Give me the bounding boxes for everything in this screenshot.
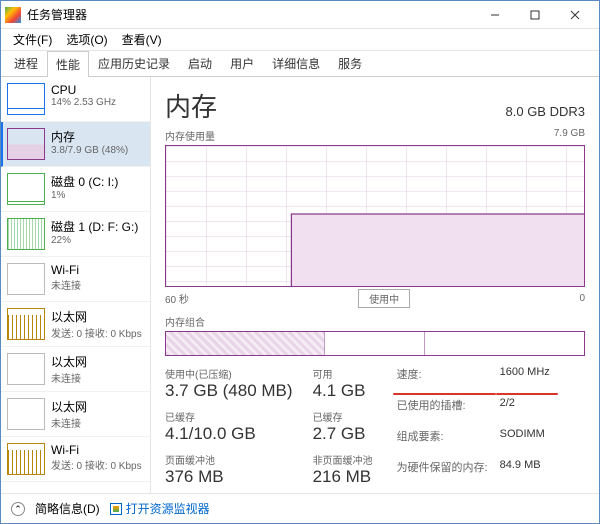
ethernet-minigraph-icon bbox=[7, 308, 45, 340]
tab-details[interactable]: 详细信息 bbox=[263, 50, 329, 76]
sidebar-item-sub: 未连接 bbox=[51, 277, 81, 292]
sidebar-item-sub: 3.8/7.9 GB (48%) bbox=[51, 145, 128, 156]
stat-value: 4.1/10.0 GB bbox=[165, 424, 293, 444]
memory-spec: 8.0 GB DDR3 bbox=[506, 104, 585, 119]
stat-label: 页面缓冲池 bbox=[165, 452, 293, 467]
stat-value: 2.7 GB bbox=[313, 424, 373, 444]
sidebar-item-label: 磁盘 0 (C: I:) bbox=[51, 173, 118, 190]
sidebar-item-label: CPU bbox=[51, 83, 116, 97]
tab-apphistory[interactable]: 应用历史记录 bbox=[89, 50, 179, 76]
stat-value: 376 MB bbox=[165, 467, 293, 487]
ethernet-minigraph-icon bbox=[7, 353, 45, 385]
wifi-minigraph-icon bbox=[7, 263, 45, 295]
composition-inuse bbox=[166, 332, 325, 355]
page-title: 内存 bbox=[165, 87, 217, 124]
memory-composition-bar[interactable] bbox=[165, 331, 585, 356]
disk-minigraph-icon bbox=[7, 218, 45, 250]
app-icon bbox=[5, 7, 21, 23]
memory-minigraph-icon bbox=[7, 128, 45, 160]
stat-label: 可用 bbox=[313, 366, 373, 381]
disk-minigraph-icon bbox=[7, 173, 45, 205]
tab-startup[interactable]: 启动 bbox=[179, 50, 221, 76]
sidebar-item-label: 以太网 bbox=[51, 353, 87, 370]
sidebar[interactable]: CPU14% 2.53 GHz 内存3.8/7.9 GB (48%) 磁盘 0 … bbox=[1, 77, 151, 493]
tab-users[interactable]: 用户 bbox=[221, 50, 263, 76]
stat-label: 非页面缓冲池 bbox=[313, 452, 373, 467]
sidebar-item-memory[interactable]: 内存3.8/7.9 GB (48%) bbox=[1, 122, 150, 167]
sidebar-item-sub: 未连接 bbox=[51, 415, 87, 430]
sidebar-item-sub: 14% 2.53 GHz bbox=[51, 97, 116, 108]
main-panel: 内存 8.0 GB DDR3 内存使用量 7.9 GB 60 秒 使用中 0 bbox=[151, 77, 599, 493]
stat-value: 4.1 GB bbox=[313, 381, 373, 401]
wifi-minigraph-icon bbox=[7, 443, 45, 475]
tab-processes[interactable]: 进程 bbox=[5, 50, 47, 76]
sidebar-item-sub: 1% bbox=[51, 190, 118, 201]
sidebar-item-label: Wi-Fi bbox=[51, 443, 142, 457]
sidebar-item-ethernet[interactable]: 以太网未连接 bbox=[1, 347, 150, 392]
chart-area-icon bbox=[166, 136, 584, 286]
content: CPU14% 2.53 GHz 内存3.8/7.9 GB (48%) 磁盘 0 … bbox=[1, 77, 599, 493]
task-manager-window: 任务管理器 文件(F) 选项(O) 查看(V) 进程 性能 应用历史记录 启动 … bbox=[0, 0, 600, 524]
stat-value: 216 MB bbox=[313, 467, 373, 487]
window-title: 任务管理器 bbox=[27, 6, 475, 23]
menubar: 文件(F) 选项(O) 查看(V) bbox=[1, 29, 599, 51]
sidebar-item-label: 内存 bbox=[51, 128, 128, 145]
memory-usage-chart[interactable] bbox=[165, 145, 585, 287]
open-resmon-link[interactable]: 打开资源监视器 bbox=[110, 500, 210, 517]
sidebar-item-ethernet[interactable]: 以太网未连接 bbox=[1, 392, 150, 437]
sidebar-item-sub: 22% bbox=[51, 235, 138, 246]
resmon-icon bbox=[110, 503, 122, 515]
menu-file[interactable]: 文件(F) bbox=[7, 29, 58, 50]
cpu-minigraph-icon bbox=[7, 83, 45, 115]
stat-label: 已缓存 bbox=[165, 409, 293, 424]
sidebar-item-wifi[interactable]: Wi-Fi未连接 bbox=[1, 257, 150, 302]
tab-performance[interactable]: 性能 bbox=[47, 51, 89, 77]
slots-label: 已使用的插槽: bbox=[397, 397, 488, 425]
form-label: 组成要素: bbox=[397, 428, 488, 456]
resmon-label: 打开资源监视器 bbox=[126, 500, 210, 517]
tabs: 进程 性能 应用历史记录 启动 用户 详细信息 服务 bbox=[1, 51, 599, 77]
tab-services[interactable]: 服务 bbox=[329, 50, 371, 76]
footer: ⌃ 简略信息(D) 打开资源监视器 bbox=[1, 493, 599, 523]
speed-value: 1600 MHz bbox=[500, 366, 550, 394]
reserved-label: 为硬件保留的内存: bbox=[397, 459, 488, 487]
speed-label: 速度: bbox=[397, 366, 488, 394]
stat-label: 已缓存 bbox=[313, 409, 373, 424]
sidebar-item-sub: 发送: 0 接收: 0 Kbps bbox=[51, 325, 142, 340]
sidebar-item-sub: 发送: 0 接收: 0 Kbps bbox=[51, 457, 142, 472]
reserved-value: 84.9 MB bbox=[500, 459, 550, 487]
stats: 使用中(已压缩)3.7 GB (480 MB) 可用4.1 GB 已缓存4.1/… bbox=[165, 366, 585, 487]
sidebar-item-label: 以太网 bbox=[51, 308, 142, 325]
sidebar-item-sub: 未连接 bbox=[51, 370, 87, 385]
sidebar-item-cpu[interactable]: CPU14% 2.53 GHz bbox=[1, 77, 150, 122]
sidebar-item-disk1[interactable]: 磁盘 1 (D: F: G:)22% bbox=[1, 212, 150, 257]
ethernet-minigraph-icon bbox=[7, 398, 45, 430]
sidebar-item-label: Wi-Fi bbox=[51, 263, 81, 277]
stat-value: 3.7 GB (480 MB) bbox=[165, 381, 293, 401]
minimize-button[interactable] bbox=[475, 2, 515, 28]
menu-options[interactable]: 选项(O) bbox=[60, 29, 113, 50]
sidebar-item-ethernet[interactable]: 以太网发送: 0 接收: 0 Kbps bbox=[1, 302, 150, 347]
composition-free bbox=[425, 332, 584, 355]
slots-value: 2/2 bbox=[500, 397, 550, 425]
close-button[interactable] bbox=[555, 2, 595, 28]
in-use-tag: 使用中 bbox=[358, 289, 410, 308]
composition-label: 内存组合 bbox=[165, 314, 585, 329]
chart-xleft: 60 秒 bbox=[165, 291, 189, 306]
menu-view[interactable]: 查看(V) bbox=[116, 29, 168, 50]
brief-info-button[interactable]: 简略信息(D) bbox=[35, 500, 100, 517]
stat-label: 使用中(已压缩) bbox=[165, 366, 293, 381]
window-controls bbox=[475, 2, 595, 28]
chart-xright: 0 bbox=[579, 293, 585, 304]
titlebar: 任务管理器 bbox=[1, 1, 599, 29]
sidebar-item-label: 以太网 bbox=[51, 398, 87, 415]
form-value: SODIMM bbox=[500, 428, 550, 456]
sidebar-item-disk0[interactable]: 磁盘 0 (C: I:)1% bbox=[1, 167, 150, 212]
sidebar-item-label: 磁盘 1 (D: F: G:) bbox=[51, 218, 138, 235]
composition-standby bbox=[325, 332, 425, 355]
sidebar-item-wifi[interactable]: Wi-Fi发送: 0 接收: 0 Kbps bbox=[1, 437, 150, 482]
maximize-button[interactable] bbox=[515, 2, 555, 28]
collapse-icon[interactable]: ⌃ bbox=[11, 502, 25, 516]
